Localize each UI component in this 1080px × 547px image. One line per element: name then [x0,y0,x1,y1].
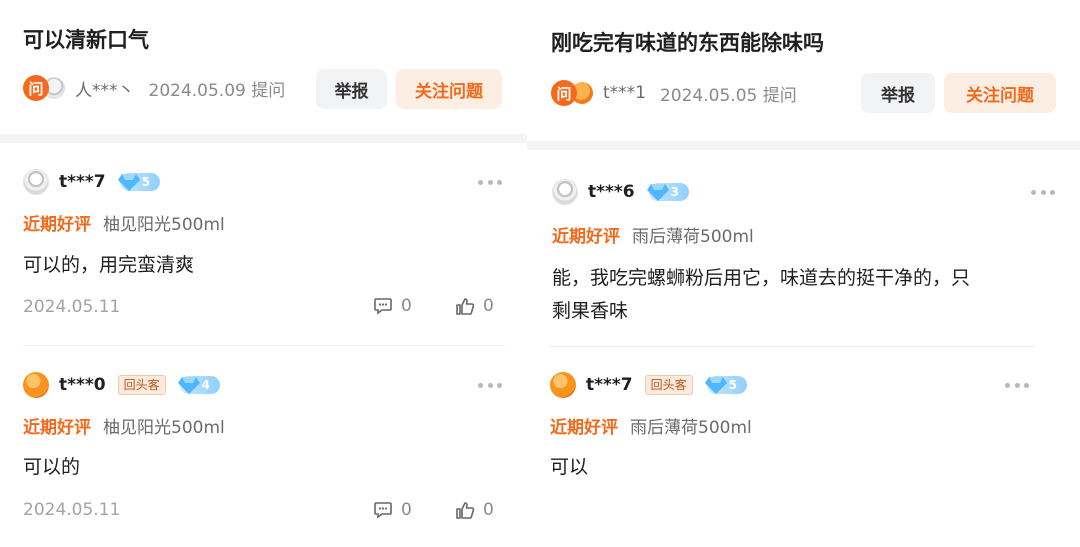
question-header: 刚吃完有味道的东西能除味吗 问 t***1 2024.05.05 提问 举报 关… [527,0,1080,141]
follow-question-button[interactable]: 关注问题 [396,69,502,109]
product-spec: 雨后薄荷500ml [630,418,752,438]
question-date: 2024.05.05 提问 [659,85,797,106]
comment-count: 0 [401,500,412,520]
answer-tagline: 近期好评 雨后薄荷500ml [550,413,752,438]
right-qa-panel: 刚吃完有味道的东西能除味吗 问 t***1 2024.05.05 提问 举报 关… [527,0,1080,547]
answer-text-line-2: 剩果香味 [552,300,629,322]
follow-question-button[interactable]: 关注问题 [944,73,1056,113]
asker-name: 人***丶 [75,80,135,101]
answer-date: 2024.05.11 [23,500,121,520]
answer-user-line: t***0 回头客 4 [23,372,220,398]
dino-avatar [550,372,576,398]
question-title: 刚吃完有味道的东西能除味吗 [551,31,824,55]
product-spec: 雨后薄荷500ml [632,227,754,247]
answer-username: t***7 [59,172,106,192]
like-count: 0 [483,500,494,520]
like-count: 0 [483,296,494,316]
level-badge: 5 [117,173,160,191]
recent-good-review-tag: 近期好评 [23,418,91,438]
level-badge: 3 [646,183,689,201]
asker-info: 问 t***1 2024.05.05 提问 [551,80,797,106]
answer-tagline: 近期好评 柚见阳光500ml [23,413,225,438]
left-qa-panel: 可以清新口气 问 人***丶 2024.05.09 提问 举报 关注问题 t**… [0,0,527,547]
level-badge: 4 [177,376,220,394]
like-button[interactable]: 0 [455,500,494,520]
answer-user-line: t***7 回头客 5 [550,372,747,398]
question-title: 可以清新口气 [23,28,149,52]
recent-good-review-tag: 近期好评 [550,418,618,438]
section-gap [527,141,1080,150]
answer-user-line: t***6 3 [552,179,689,205]
diamond-icon [646,184,669,201]
answer-text: 可以 [550,456,589,478]
answer-divider [549,346,1035,347]
answer-username: t***6 [588,182,635,202]
repeat-customer-tag: 回头客 [644,375,693,395]
level-number: 3 [670,185,679,199]
robot-avatar [23,169,49,195]
answer-user-line: t***7 5 [23,169,160,195]
repeat-customer-tag: 回头客 [117,375,166,395]
dino-avatar [23,372,49,398]
question-badge-icon: 问 [23,75,49,101]
like-button[interactable]: 0 [455,296,494,316]
recent-good-review-tag: 近期好评 [552,227,620,247]
robot-avatar [552,179,578,205]
answer-text: 可以的，用完蛮清爽 [23,254,195,276]
answer-tagline: 近期好评 雨后薄荷500ml [552,222,754,247]
comment-button[interactable]: 0 [373,296,412,316]
product-spec: 柚见阳光500ml [103,215,225,235]
answer-text: 可以的 [23,456,81,478]
report-button[interactable]: 举报 [861,73,935,113]
answer-tagline: 近期好评 柚见阳光500ml [23,210,225,235]
comment-count: 0 [401,296,412,316]
answer-divider [23,345,505,346]
answer-username: t***0 [59,375,106,395]
diamond-icon [117,174,140,191]
answer-username: t***7 [586,375,633,395]
section-gap [0,134,527,143]
level-number: 5 [728,378,738,392]
more-options-icon[interactable] [478,180,502,186]
level-badge: 5 [704,376,747,394]
thumbs-up-icon [456,502,475,519]
comment-icon [374,502,392,519]
level-number: 5 [141,175,150,189]
product-spec: 柚见阳光500ml [103,418,225,438]
asker-name: t***1 [603,83,646,103]
level-number: 4 [201,378,211,392]
answer-text-line-1: 能，我吃完螺蛳粉后用它，味道去的挺干净的，只 [552,267,971,289]
diamond-icon [704,377,727,394]
question-date: 2024.05.09 提问 [148,80,286,101]
report-button[interactable]: 举报 [316,69,387,109]
diamond-icon [177,377,200,394]
question-header: 可以清新口气 问 人***丶 2024.05.09 提问 举报 关注问题 [0,0,527,134]
more-options-icon[interactable] [1031,190,1055,196]
comment-button[interactable]: 0 [373,500,412,520]
recent-good-review-tag: 近期好评 [23,215,91,235]
comment-icon [374,298,392,315]
asker-info: 问 人***丶 2024.05.09 提问 [23,75,285,101]
question-badge-icon: 问 [551,80,577,106]
more-options-icon[interactable] [478,383,502,389]
thumbs-up-icon [456,298,475,315]
more-options-icon[interactable] [1005,383,1029,389]
answer-date: 2024.05.11 [23,297,121,317]
